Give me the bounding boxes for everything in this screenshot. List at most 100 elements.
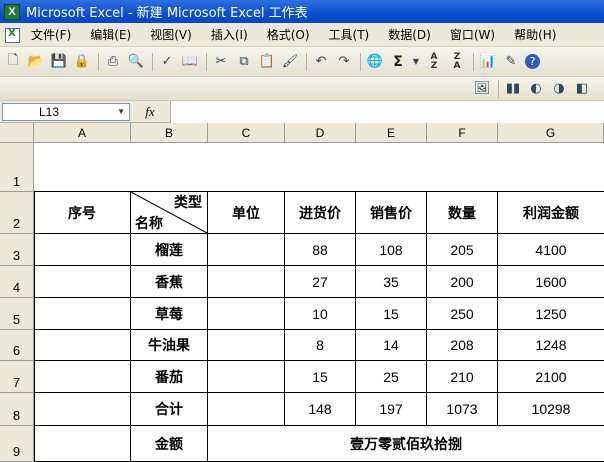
open-icon[interactable]: 📂 bbox=[27, 53, 45, 71]
select-all-corner[interactable] bbox=[0, 123, 34, 143]
column-header-e[interactable]: E bbox=[356, 123, 427, 143]
header-diagonal-cell[interactable]: 类型 名称 bbox=[131, 192, 208, 234]
serial-cell[interactable] bbox=[34, 393, 131, 426]
autosum-icon[interactable]: Σ bbox=[389, 53, 407, 71]
serial-cell[interactable] bbox=[34, 330, 131, 361]
undo-icon[interactable]: ↶ bbox=[312, 53, 330, 71]
options-icon[interactable]: ◧ bbox=[573, 80, 591, 98]
serial-cell[interactable] bbox=[34, 234, 131, 266]
purchase-price-cell[interactable]: 88 bbox=[285, 234, 356, 266]
menu-window[interactable]: 窗口(W) bbox=[450, 26, 504, 43]
sort-ascending-icon[interactable]: AZ bbox=[425, 52, 443, 71]
workbook-icon[interactable] bbox=[3, 27, 21, 43]
total-quantity[interactable]: 1073 bbox=[427, 393, 498, 426]
unit-cell[interactable] bbox=[208, 234, 285, 266]
track-icon[interactable]: ◑ bbox=[550, 80, 568, 98]
purchase-price-cell[interactable]: 15 bbox=[285, 361, 356, 393]
header-profit[interactable]: 利润金额 bbox=[498, 192, 604, 234]
menu-tools[interactable]: 工具(T) bbox=[329, 26, 379, 43]
total-purchase-price[interactable]: 148 bbox=[285, 393, 356, 426]
unit-cell[interactable] bbox=[208, 330, 285, 361]
profit-cell[interactable]: 1250 bbox=[498, 298, 604, 330]
column-header-c[interactable]: C bbox=[208, 123, 285, 143]
menu-data[interactable]: 数据(D) bbox=[388, 26, 440, 43]
serial-cell[interactable] bbox=[34, 426, 131, 462]
save-icon[interactable]: 💾 bbox=[50, 53, 68, 71]
serial-cell[interactable] bbox=[34, 266, 131, 298]
formula-input[interactable] bbox=[170, 100, 604, 123]
unit-cell[interactable] bbox=[208, 266, 285, 298]
print-preview-icon[interactable]: 🔍 bbox=[127, 53, 145, 71]
unit-cell[interactable] bbox=[208, 361, 285, 393]
column-header-a[interactable]: A bbox=[34, 123, 131, 143]
purchase-price-cell[interactable]: 27 bbox=[285, 266, 356, 298]
print-icon[interactable]: ⎙ bbox=[104, 53, 122, 71]
serial-cell[interactable] bbox=[34, 298, 131, 330]
amount-label[interactable]: 金额 bbox=[131, 426, 208, 462]
header-sale-price[interactable]: 销售价 bbox=[356, 192, 427, 234]
copy-icon[interactable]: ⧉ bbox=[235, 53, 253, 71]
quantity-cell[interactable]: 250 bbox=[427, 298, 498, 330]
sort-descending-icon[interactable]: ZA bbox=[448, 52, 466, 71]
new-icon[interactable]: 🗋 bbox=[4, 53, 22, 71]
header-purchase-price[interactable]: 进货价 bbox=[285, 192, 356, 234]
spelling-icon[interactable]: ✓ bbox=[158, 53, 176, 71]
header-serial[interactable]: 序号 bbox=[34, 192, 131, 234]
quantity-cell[interactable]: 208 bbox=[427, 330, 498, 361]
cut-icon[interactable]: ✂ bbox=[212, 53, 230, 71]
profit-cell[interactable]: 2100 bbox=[498, 361, 604, 393]
purchase-price-cell[interactable]: 10 bbox=[285, 298, 356, 330]
quantity-cell[interactable]: 210 bbox=[427, 361, 498, 393]
column-header-g[interactable]: G bbox=[498, 123, 604, 143]
research-icon[interactable]: 📖 bbox=[181, 53, 199, 71]
total-sale-price[interactable]: 197 bbox=[356, 393, 427, 426]
row-header-9[interactable]: 9 bbox=[0, 426, 34, 462]
purchase-price-cell[interactable]: 8 bbox=[285, 330, 356, 361]
menu-file[interactable]: 文件(F) bbox=[31, 26, 80, 43]
profit-cell[interactable]: 4100 bbox=[498, 234, 604, 266]
menu-edit[interactable]: 编辑(E) bbox=[90, 26, 140, 43]
dropdown-arrow-icon[interactable]: ▼ bbox=[412, 53, 420, 71]
name-box-dropdown-icon[interactable]: ▼ bbox=[117, 107, 125, 116]
item-name[interactable]: 榴莲 bbox=[131, 234, 208, 266]
name-box[interactable]: L13 ▼ bbox=[2, 102, 130, 121]
picture-icon[interactable]: 🖼 bbox=[473, 80, 491, 98]
row-header-6[interactable]: 6 bbox=[0, 330, 34, 361]
permission-icon[interactable]: 🔒 bbox=[73, 53, 91, 71]
format-painter-icon[interactable]: 🖌 bbox=[281, 53, 299, 71]
header-quantity[interactable]: 数量 bbox=[427, 192, 498, 234]
row-header-1[interactable]: 1 bbox=[0, 143, 34, 192]
sale-price-cell[interactable]: 15 bbox=[356, 298, 427, 330]
column-header-b[interactable]: B bbox=[131, 123, 208, 143]
unit-cell[interactable] bbox=[208, 393, 285, 426]
item-name[interactable]: 牛油果 bbox=[131, 330, 208, 361]
item-name[interactable]: 香蕉 bbox=[131, 266, 208, 298]
total-label[interactable]: 合计 bbox=[131, 393, 208, 426]
item-name[interactable]: 番茄 bbox=[131, 361, 208, 393]
item-name[interactable]: 草莓 bbox=[131, 298, 208, 330]
insert-function-icon[interactable]: fx bbox=[130, 104, 170, 120]
row-header-8[interactable]: 8 bbox=[0, 393, 34, 426]
hyperlink-icon[interactable]: 🌐 bbox=[366, 53, 384, 71]
menu-view[interactable]: 视图(V) bbox=[150, 26, 201, 43]
row-header-4[interactable]: 4 bbox=[0, 266, 34, 298]
profit-cell[interactable]: 1600 bbox=[498, 266, 604, 298]
header-unit[interactable]: 单位 bbox=[208, 192, 285, 234]
column-header-f[interactable]: F bbox=[427, 123, 498, 143]
profit-cell[interactable]: 1248 bbox=[498, 330, 604, 361]
total-profit[interactable]: 10298 bbox=[498, 393, 604, 426]
redo-icon[interactable]: ↷ bbox=[335, 53, 353, 71]
sale-price-cell[interactable]: 35 bbox=[356, 266, 427, 298]
drawing-icon[interactable]: ✎ bbox=[502, 53, 520, 71]
menu-help[interactable]: 帮助(H) bbox=[514, 26, 565, 43]
menu-insert[interactable]: 插入(I) bbox=[211, 26, 257, 43]
unit-cell[interactable] bbox=[208, 298, 285, 330]
row-header-7[interactable]: 7 bbox=[0, 361, 34, 393]
sale-price-cell[interactable]: 108 bbox=[356, 234, 427, 266]
row-1-empty-cells[interactable] bbox=[34, 143, 604, 192]
compare-icon[interactable]: ▮▮ bbox=[504, 80, 522, 98]
chart-wizard-icon[interactable]: 📊 bbox=[479, 53, 497, 71]
help-icon[interactable]: ? bbox=[525, 54, 540, 69]
menu-format[interactable]: 格式(O) bbox=[267, 26, 319, 43]
quantity-cell[interactable]: 205 bbox=[427, 234, 498, 266]
